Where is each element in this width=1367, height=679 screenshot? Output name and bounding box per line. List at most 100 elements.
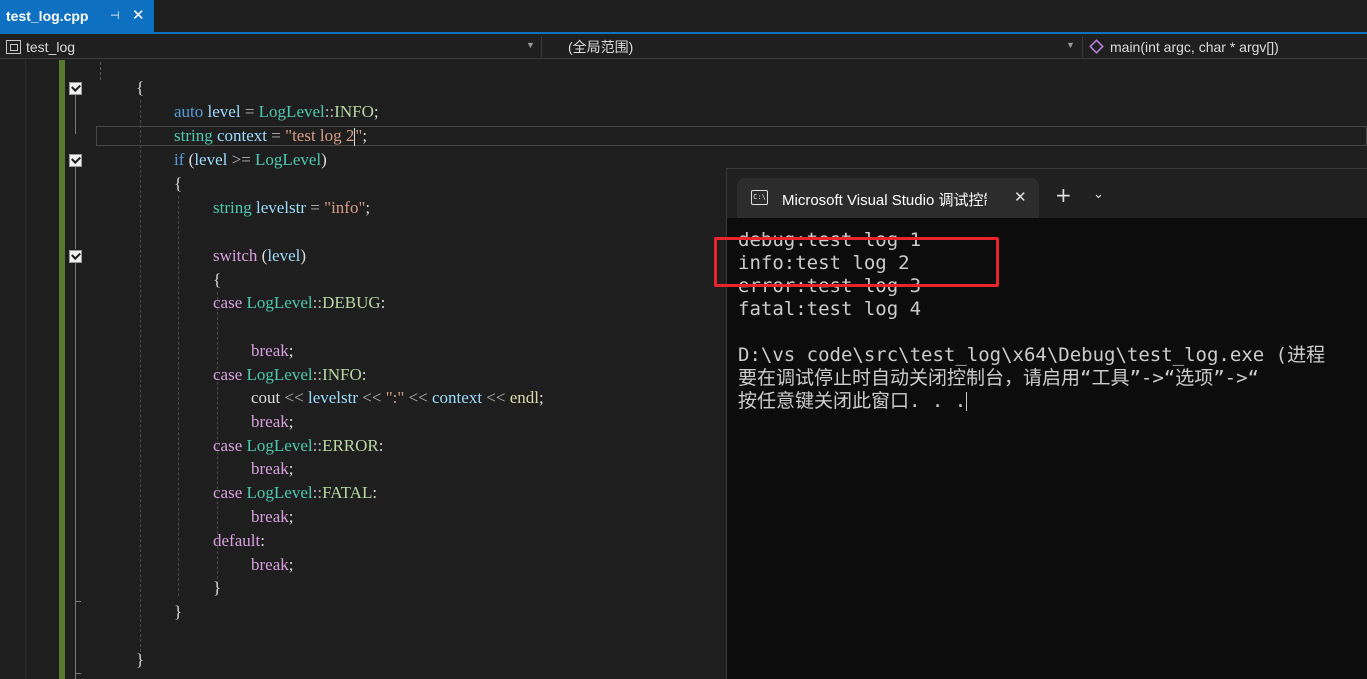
- code-token: break: [251, 459, 289, 478]
- code-token: level: [194, 150, 228, 169]
- code-token: ::: [312, 436, 323, 455]
- code-line[interactable]: break;: [251, 457, 294, 481]
- code-token: :: [260, 531, 265, 550]
- code-line[interactable]: case LogLevel::ERROR:: [213, 434, 383, 458]
- code-line[interactable]: }: [136, 648, 144, 672]
- code-line[interactable]: break;: [251, 410, 294, 434]
- console-output-line: fatal:test log 4: [738, 298, 922, 320]
- member-dropdown[interactable]: main(int argc, char * argv[]): [1089, 34, 1367, 59]
- close-icon[interactable]: ✕: [132, 6, 145, 24]
- code-token: default: [213, 531, 261, 550]
- code-token: LogLevel: [246, 365, 313, 384]
- document-tab[interactable]: test_log.cpp ⊣ ✕: [0, 0, 154, 32]
- code-line[interactable]: {: [136, 76, 144, 100]
- project-dropdown[interactable]: test_log ▼: [6, 34, 538, 59]
- code-token: ERROR: [322, 436, 379, 455]
- terminal-icon: C:\: [751, 190, 768, 205]
- code-token: {: [213, 270, 222, 289]
- code-token: LogLevel: [246, 293, 313, 312]
- code-token: "test log 2: [285, 126, 355, 145]
- code-line[interactable]: cout << levelstr << ":" << context << en…: [251, 386, 544, 410]
- console-tab[interactable]: C:\ Microsoft Visual Studio 调试控制台 ✕: [737, 178, 1039, 218]
- code-token: break: [251, 555, 289, 574]
- code-line[interactable]: break;: [251, 339, 294, 363]
- code-token: }: [136, 650, 145, 669]
- member-label: main(int argc, char * argv[]): [1110, 38, 1279, 55]
- plus-icon[interactable]: +: [1055, 185, 1072, 205]
- chevron-down-icon: ▼: [1066, 40, 1075, 50]
- code-token: auto: [174, 102, 208, 121]
- scope-label: (全局范围): [568, 38, 634, 55]
- code-token: <<: [482, 388, 510, 407]
- code-token: <<: [358, 388, 386, 407]
- code-line[interactable]: case LogLevel::INFO:: [213, 363, 366, 387]
- code-token: ;: [373, 102, 379, 121]
- document-tab-strip: test_log.cpp ⊣ ✕: [0, 0, 1367, 34]
- change-tracking-bar: [59, 60, 65, 679]
- code-token: ;: [288, 459, 294, 478]
- fold-toggle[interactable]: [69, 154, 82, 167]
- code-line[interactable]: }: [174, 600, 182, 624]
- code-line[interactable]: {: [174, 172, 182, 196]
- code-token: cout: [251, 388, 281, 407]
- code-token: if: [174, 150, 189, 169]
- code-token: level: [207, 102, 241, 121]
- code-token: }: [174, 602, 183, 621]
- code-line[interactable]: }: [213, 576, 221, 600]
- code-token: case: [213, 436, 247, 455]
- code-line[interactable]: case LogLevel::DEBUG:: [213, 291, 385, 315]
- code-line[interactable]: case LogLevel::FATAL:: [213, 481, 377, 505]
- code-token: =: [240, 102, 259, 121]
- code-line[interactable]: switch (level): [213, 244, 306, 268]
- code-token: =: [306, 198, 325, 217]
- code-token: case: [213, 365, 247, 384]
- code-token: levelstr: [307, 388, 359, 407]
- chevron-down-icon: ▼: [526, 40, 535, 50]
- glyph-margin: [0, 60, 26, 679]
- code-token: level: [267, 246, 301, 265]
- code-token: }: [213, 578, 222, 597]
- code-line[interactable]: auto level = LogLevel::INFO;: [174, 100, 379, 124]
- code-token: ;: [288, 555, 294, 574]
- close-icon[interactable]: ✕: [1014, 188, 1027, 206]
- project-name: test_log: [26, 38, 76, 55]
- code-token: case: [213, 293, 247, 312]
- code-token: ): [321, 150, 327, 169]
- code-token: =: [267, 126, 286, 145]
- scope-dropdown[interactable]: (全局范围) ▼: [568, 34, 1078, 59]
- fold-toggle[interactable]: [69, 82, 82, 95]
- code-token: :: [372, 483, 378, 502]
- code-line[interactable]: {: [213, 268, 221, 292]
- code-token: FATAL: [322, 483, 373, 502]
- code-line[interactable]: break;: [251, 505, 294, 529]
- console-output-line: 按任意键关闭此窗口. . .: [738, 390, 968, 412]
- pin-icon[interactable]: ⊣: [110, 9, 120, 22]
- code-token: "info": [324, 198, 366, 217]
- chevron-down-icon[interactable]: ⌄: [1093, 187, 1104, 202]
- console-output-line: D:\vs code\src\test_log\x64\Debug\test_l…: [738, 344, 1326, 366]
- code-token: :: [361, 365, 367, 384]
- code-line[interactable]: default:: [213, 529, 265, 553]
- code-token: DEBUG: [322, 293, 381, 312]
- console-tab-bar: C:\ Microsoft Visual Studio 调试控制台 ✕ + ⌄: [727, 169, 1367, 218]
- code-token: string: [174, 126, 217, 145]
- red-highlight-annotation: [714, 237, 999, 287]
- code-token: context: [432, 388, 483, 407]
- code-line[interactable]: break;: [251, 553, 294, 577]
- code-token: <<: [280, 388, 308, 407]
- code-token: switch: [213, 246, 262, 265]
- code-line[interactable]: string context = "test log 2";: [174, 124, 367, 148]
- fold-toggle[interactable]: [69, 250, 82, 263]
- code-token: ;: [288, 412, 294, 431]
- code-token: LogLevel: [255, 150, 322, 169]
- console-output-line: 要在调试停止时自动关闭控制台，请启用“工具”->“选项”->“: [738, 367, 1259, 389]
- code-token: {: [174, 174, 183, 193]
- code-token: ::: [312, 365, 323, 384]
- code-token: LogLevel: [258, 102, 325, 121]
- navigation-bar: test_log ▼ (全局范围) ▼ main(int argc, char …: [0, 34, 1367, 59]
- code-token: :: [378, 436, 384, 455]
- code-line[interactable]: string levelstr = "info";: [213, 196, 370, 220]
- code-line[interactable]: if (level >= LogLevel): [174, 148, 327, 172]
- code-token: ::: [312, 293, 323, 312]
- code-token: ;: [362, 126, 368, 145]
